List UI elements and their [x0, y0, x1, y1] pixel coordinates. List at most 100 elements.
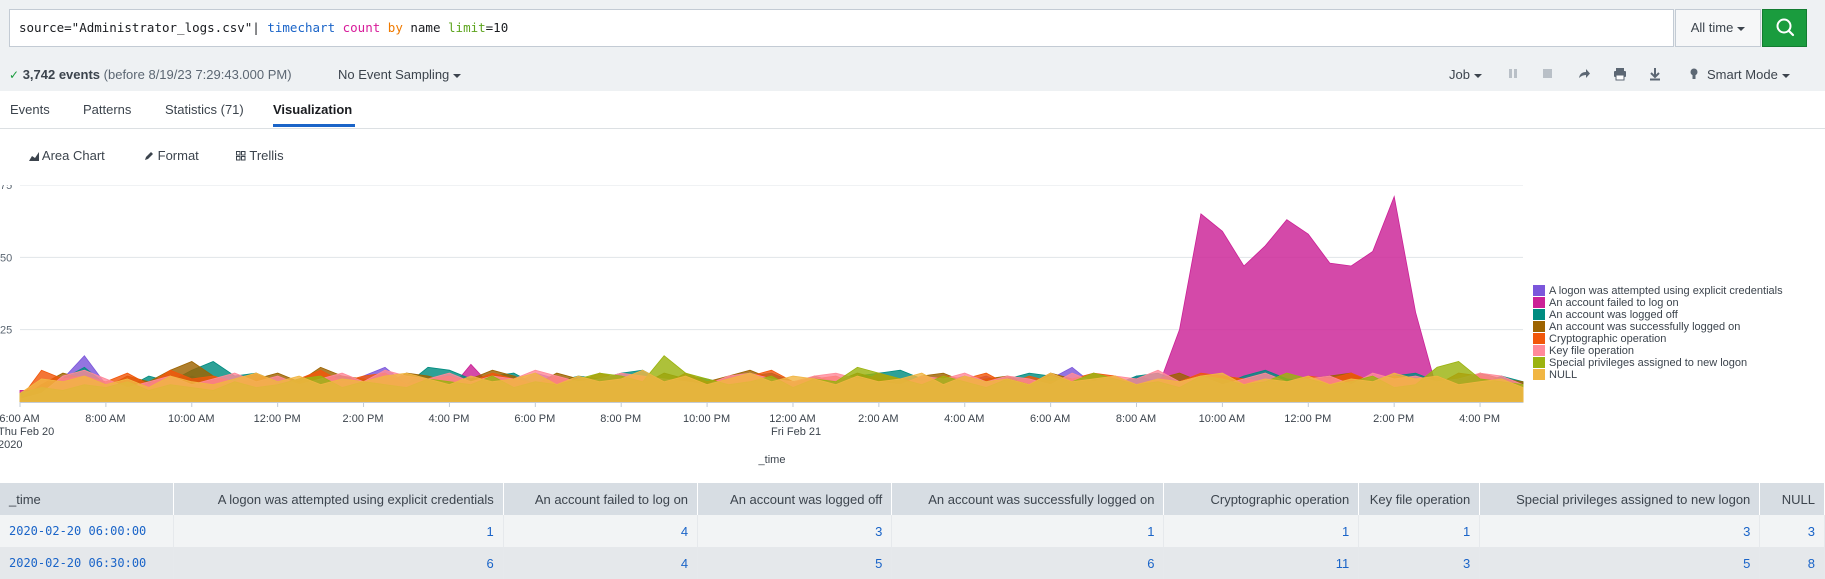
legend-label: A logon was attempted using explicit cre… — [1549, 285, 1783, 297]
legend-item[interactable]: A logon was attempted using explicit cre… — [1533, 285, 1783, 297]
count-cell[interactable]: 3 — [1759, 515, 1825, 547]
column-header[interactable]: Cryptographic operation — [1163, 483, 1360, 515]
tab-visualization[interactable]: Visualization — [273, 102, 352, 117]
count-cell[interactable]: 5 — [697, 547, 893, 579]
chevron-down-icon — [1781, 73, 1790, 78]
legend-item[interactable]: Key file operation — [1533, 345, 1783, 357]
job-menu-label: Job — [1449, 67, 1470, 82]
count-cell[interactable]: 6 — [173, 547, 504, 579]
x-tick-date: Fri Feb 21 — [771, 426, 821, 438]
time-cell[interactable]: 2020-02-20 06:30:00 — [0, 547, 174, 579]
x-tick-label: 8:00 AM — [85, 413, 125, 425]
stop-icon[interactable] — [1542, 67, 1554, 81]
legend-label: NULL — [1549, 369, 1578, 381]
trellis-button[interactable]: Trellis — [236, 148, 284, 163]
count-cell[interactable]: 4 — [503, 547, 699, 579]
chart-type-button[interactable]: Area Chart — [29, 148, 105, 163]
column-header[interactable]: Special privileges assigned to new logon — [1479, 483, 1761, 515]
check-icon: ✓ — [9, 68, 20, 82]
y-tick-label: 50 — [0, 252, 12, 264]
query-token — [335, 20, 343, 35]
table-row: 2020-02-20 06:30:00 6 4 5 6 11 3 5 8 — [0, 547, 1825, 579]
time-cell[interactable]: 2020-02-20 06:00:00 — [0, 515, 174, 547]
pencil-icon — [145, 152, 153, 160]
pause-icon[interactable] — [1507, 67, 1519, 81]
column-header[interactable]: _time — [0, 483, 174, 515]
legend-item[interactable]: Cryptographic operation — [1533, 333, 1783, 345]
count-cell[interactable]: 3 — [1358, 547, 1481, 579]
job-menu[interactable]: Job — [1449, 67, 1482, 82]
query-token: by — [387, 20, 403, 35]
legend-swatch — [1533, 345, 1545, 356]
results-table: _time A logon was attempted using explici… — [0, 483, 1825, 579]
column-header[interactable]: An account was logged off — [697, 483, 893, 515]
visualization-toolbar: Area Chart Format Trellis — [0, 129, 1825, 189]
legend-label: Cryptographic operation — [1549, 333, 1667, 345]
tab-statistics[interactable]: Statistics (71) — [165, 102, 244, 117]
event-sampling-dropdown[interactable]: No Event Sampling — [338, 67, 462, 82]
chevron-down-icon — [1737, 26, 1746, 31]
legend-item[interactable]: An account was successfully logged on — [1533, 321, 1783, 333]
count-cell[interactable]: 3 — [1479, 515, 1761, 547]
legend-swatch — [1533, 357, 1545, 368]
legend-item[interactable]: NULL — [1533, 369, 1783, 381]
search-input[interactable]: source="Administrator_logs.csv"| timecha… — [9, 9, 1674, 47]
count-cell[interactable]: 8 — [1759, 547, 1825, 579]
x-tick-label: 6:00 AM — [0, 413, 40, 425]
table-row: 2020-02-20 06:00:00 1 4 3 1 1 1 3 3 — [0, 515, 1825, 547]
legend-swatch — [1533, 321, 1545, 332]
y-tick-label: 75 — [0, 185, 12, 192]
time-range-label: All time — [1690, 20, 1734, 35]
legend-label: An account was successfully logged on — [1549, 321, 1741, 333]
x-tick-label: 8:00 PM — [600, 413, 641, 425]
x-tick-label: 8:00 AM — [1116, 413, 1156, 425]
x-tick-label: 10:00 AM — [1199, 413, 1245, 425]
search-button[interactable] — [1762, 9, 1807, 47]
column-header[interactable]: An account failed to log on — [503, 483, 699, 515]
column-header[interactable]: NULL — [1759, 483, 1825, 515]
share-icon[interactable] — [1577, 67, 1591, 81]
column-header[interactable]: An account was successfully logged on — [891, 483, 1165, 515]
tab-events[interactable]: Events — [10, 102, 50, 117]
legend-item[interactable]: An account was logged off — [1533, 309, 1783, 321]
count-cell[interactable]: 4 — [503, 515, 699, 547]
column-header[interactable]: Key file operation — [1358, 483, 1481, 515]
column-header[interactable]: A logon was attempted using explicit cre… — [173, 483, 504, 515]
legend-swatch — [1533, 309, 1545, 320]
count-cell[interactable]: 5 — [1479, 547, 1761, 579]
x-tick-label: 2:00 PM — [343, 413, 384, 425]
search-mode-dropdown[interactable]: Smart Mode — [1707, 67, 1790, 82]
x-tick-label: 6:00 PM — [514, 413, 555, 425]
count-cell[interactable]: 11 — [1163, 547, 1360, 579]
format-button[interactable]: Format — [144, 148, 199, 163]
tab-patterns[interactable]: Patterns — [83, 102, 131, 117]
x-tick-label: 10:00 PM — [683, 413, 730, 425]
query-token: timechart — [267, 20, 336, 35]
legend-label: An account was logged off — [1549, 309, 1678, 321]
x-tick-label: 2:00 AM — [858, 413, 898, 425]
events-count[interactable]: 3,742 events — [23, 67, 100, 82]
count-cell[interactable]: 1 — [173, 515, 504, 547]
chevron-down-icon — [1473, 73, 1482, 78]
chevron-down-icon — [453, 73, 462, 78]
chart-type-label: Area Chart — [41, 148, 105, 163]
legend-item[interactable]: An account failed to log on — [1533, 297, 1783, 309]
count-cell[interactable]: 1 — [1163, 515, 1360, 547]
search-mode-label: Smart Mode — [1707, 67, 1778, 82]
x-tick-label: 2:00 PM — [1373, 413, 1414, 425]
legend-label: An account failed to log on — [1549, 297, 1679, 309]
x-tick-label: 12:00 AM — [769, 413, 815, 425]
count-cell[interactable]: 3 — [697, 515, 893, 547]
count-cell[interactable]: 1 — [1358, 515, 1481, 547]
legend-swatch — [1533, 297, 1545, 308]
count-cell[interactable]: 6 — [891, 547, 1165, 579]
events-before: (before 8/19/23 7:29:43.000 PM) — [103, 67, 292, 82]
legend-item[interactable]: Special privileges assigned to new logon — [1533, 357, 1783, 369]
export-icon[interactable] — [1648, 67, 1662, 81]
count-cell[interactable]: 1 — [891, 515, 1165, 547]
print-icon[interactable] — [1613, 67, 1627, 81]
time-range-picker[interactable]: All time — [1675, 9, 1761, 47]
format-label: Format — [157, 148, 199, 163]
grid-icon — [236, 151, 246, 161]
search-icon — [1776, 18, 1795, 37]
